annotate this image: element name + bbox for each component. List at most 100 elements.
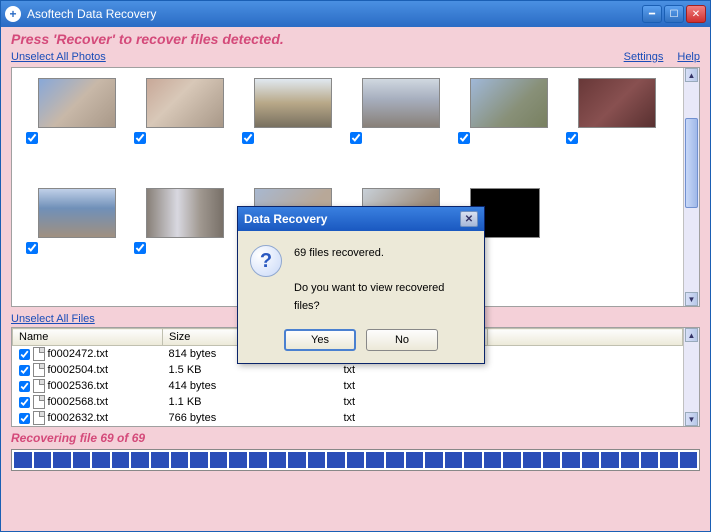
progress-segment	[249, 452, 267, 468]
photo-item[interactable]	[128, 78, 236, 188]
yes-button[interactable]: Yes	[284, 329, 356, 351]
progress-segment	[660, 452, 678, 468]
progress-segment	[14, 452, 32, 468]
dialog: Data Recovery ✕ ? 69 files recovered. Do…	[237, 206, 485, 364]
photo-thumbnail[interactable]	[254, 78, 332, 128]
photo-thumbnail[interactable]	[470, 78, 548, 128]
col-name[interactable]: Name	[13, 329, 163, 346]
app-window: + Asoftech Data Recovery ━ ☐ ✕ Press 'Re…	[0, 0, 711, 532]
progress-segment	[151, 452, 169, 468]
progress-segment	[73, 452, 91, 468]
progress-segment	[327, 452, 345, 468]
photo-item[interactable]	[128, 188, 236, 298]
file-size: 1.5 KB	[163, 362, 338, 378]
titlebar[interactable]: + Asoftech Data Recovery ━ ☐ ✕	[1, 1, 710, 27]
file-checkbox[interactable]	[19, 349, 30, 360]
photo-item[interactable]	[20, 188, 128, 298]
scroll-down-icon[interactable]: ▼	[685, 292, 698, 306]
progress-bar	[11, 449, 700, 471]
scroll-up-icon[interactable]: ▲	[685, 328, 698, 342]
progress-segment	[503, 452, 521, 468]
file-checkbox[interactable]	[19, 413, 30, 424]
col-blank[interactable]	[488, 329, 683, 346]
photo-checkbox[interactable]	[26, 242, 38, 254]
photo-thumbnail[interactable]	[38, 188, 116, 238]
progress-segment	[112, 452, 130, 468]
dialog-titlebar[interactable]: Data Recovery ✕	[238, 207, 484, 231]
file-icon	[33, 379, 45, 393]
progress-segment	[171, 452, 189, 468]
progress-segment	[621, 452, 639, 468]
progress-segment	[308, 452, 326, 468]
file-icon	[33, 395, 45, 409]
progress-segment	[229, 452, 247, 468]
progress-segment	[269, 452, 287, 468]
progress-segment	[53, 452, 71, 468]
photo-thumbnail[interactable]	[578, 78, 656, 128]
file-checkbox[interactable]	[19, 397, 30, 408]
photo-item[interactable]	[236, 78, 344, 188]
progress-segment	[34, 452, 52, 468]
photo-checkbox[interactable]	[26, 132, 38, 144]
photo-checkbox[interactable]	[458, 132, 470, 144]
progress-segment	[288, 452, 306, 468]
photo-checkbox[interactable]	[350, 132, 362, 144]
file-name: f0002472.txt	[48, 348, 109, 360]
photo-checkbox[interactable]	[242, 132, 254, 144]
photo-thumbnail[interactable]	[146, 78, 224, 128]
scroll-down-icon[interactable]: ▼	[685, 412, 698, 426]
progress-segment	[92, 452, 110, 468]
settings-link[interactable]: Settings	[624, 51, 664, 63]
unselect-all-photos-link[interactable]: Unselect All Photos	[11, 51, 106, 63]
table-row[interactable]: f0002536.txt414 bytestxt	[13, 378, 683, 394]
file-checkbox[interactable]	[19, 381, 30, 392]
file-name: f0002536.txt	[48, 380, 109, 392]
photo-thumbnail[interactable]	[362, 78, 440, 128]
dialog-title: Data Recovery	[244, 212, 327, 226]
photo-thumbnail[interactable]	[38, 78, 116, 128]
files-scrollbar[interactable]: ▲ ▼	[683, 328, 699, 426]
progress-segment	[406, 452, 424, 468]
photo-item[interactable]	[452, 78, 560, 188]
dialog-close-button[interactable]: ✕	[460, 211, 478, 227]
maximize-button[interactable]: ☐	[664, 5, 684, 23]
file-name: f0002504.txt	[48, 364, 109, 376]
scroll-up-icon[interactable]: ▲	[685, 68, 698, 82]
progress-segment	[523, 452, 541, 468]
unselect-all-files-link[interactable]: Unselect All Files	[11, 313, 95, 325]
photo-checkbox[interactable]	[566, 132, 578, 144]
photo-thumbnail[interactable]	[146, 188, 224, 238]
file-extension: txt	[338, 362, 488, 378]
status-text: Recovering file 69 of 69	[1, 427, 710, 447]
progress-segment	[425, 452, 443, 468]
photo-item[interactable]	[20, 78, 128, 188]
file-checkbox[interactable]	[19, 365, 30, 376]
progress-segment	[680, 452, 698, 468]
window-title: Asoftech Data Recovery	[27, 7, 156, 21]
progress-segment	[445, 452, 463, 468]
photo-item[interactable]	[560, 78, 668, 188]
help-link[interactable]: Help	[677, 51, 700, 63]
progress-segment	[464, 452, 482, 468]
close-button[interactable]: ✕	[686, 5, 706, 23]
instruction-text: Press 'Recover' to recover files detecte…	[1, 27, 710, 51]
photo-item[interactable]	[344, 78, 452, 188]
photo-checkbox[interactable]	[134, 132, 146, 144]
scroll-thumb[interactable]	[685, 118, 698, 208]
question-icon: ?	[250, 245, 282, 277]
no-button[interactable]: No	[366, 329, 438, 351]
file-name: f0002632.txt	[48, 412, 109, 424]
progress-segment	[210, 452, 228, 468]
dialog-message-1: 69 files recovered.	[294, 245, 472, 263]
dialog-message-2: Do you want to view recovered files?	[294, 280, 472, 315]
table-row[interactable]: f0002632.txt766 bytestxt	[13, 410, 683, 426]
progress-segment	[582, 452, 600, 468]
file-name: f0002568.txt	[48, 396, 109, 408]
photo-checkbox[interactable]	[134, 242, 146, 254]
table-row[interactable]: f0002568.txt1.1 KBtxt	[13, 394, 683, 410]
photos-scrollbar[interactable]: ▲ ▼	[683, 68, 699, 306]
minimize-button[interactable]: ━	[642, 5, 662, 23]
table-row[interactable]: f0002504.txt 1.5 KBtxt	[13, 362, 683, 378]
progress-segment	[543, 452, 561, 468]
app-icon: +	[5, 6, 21, 22]
